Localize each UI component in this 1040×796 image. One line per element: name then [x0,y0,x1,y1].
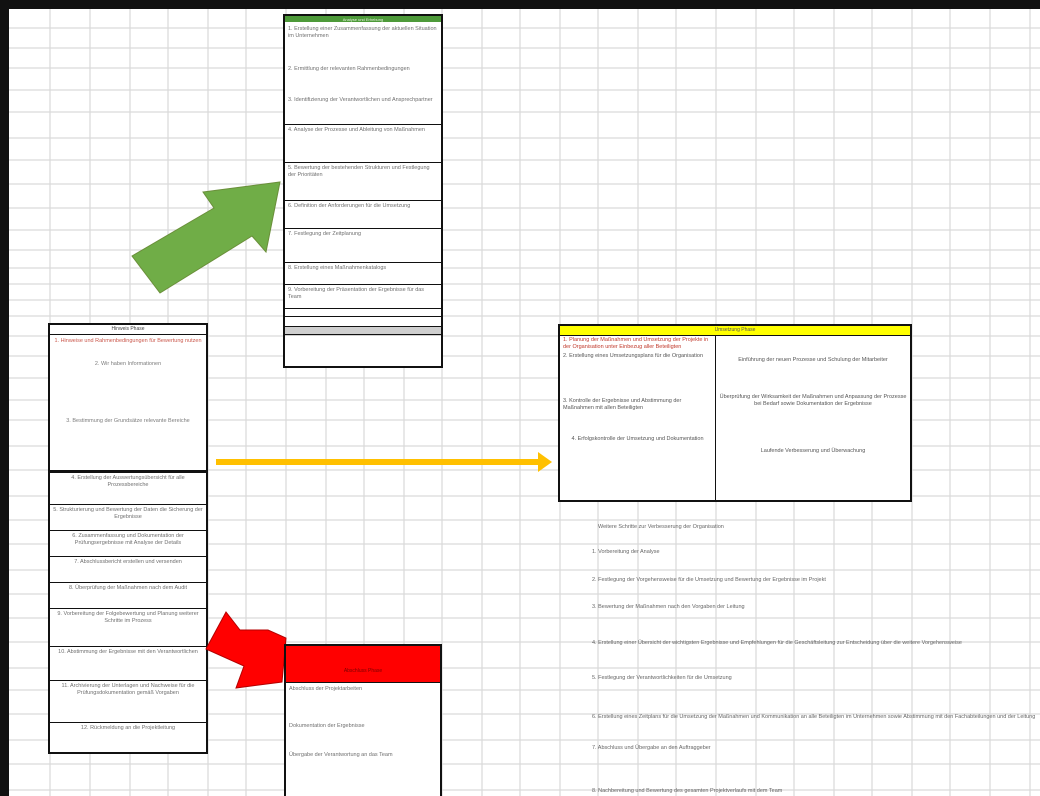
follow-list-item: 1. Vorbereitung der Analyse [592,549,660,555]
window-frame-top [0,0,1040,9]
follow-list-item: 8. Nachbereitung und Bewertung des gesam… [592,788,783,794]
closing-header: Abschluss Phase [286,646,440,683]
follow-list-item: 7. Abschluss und Übergabe an den Auftrag… [592,745,711,751]
window-frame-left [0,0,9,796]
spreadsheet-canvas[interactable]: Analyse und Erhebung 1. Erstellung einer… [0,0,1040,796]
red-arrow-shape [205,611,287,689]
closing-box[interactable]: Abschluss Phase Abschluss der Projektarb… [284,644,442,796]
closing-item: Abschluss der Projektarbeiten [289,686,363,692]
closing-item: Übergabe der Verantwortung an das Team [289,752,393,758]
follow-list-item: 4. Erstellung einer Übersicht der wichti… [592,640,962,646]
follow-list-item: 5. Festlegung der Verantwortlichkeiten f… [592,675,732,681]
red-arrow-icon [205,611,287,689]
follow-list-item: 6. Erstellung eines Zeitplans für die Um… [592,714,1036,720]
follow-list-item: Weitere Schritte zur Verbesserung der Or… [598,524,724,530]
follow-list-item: 3. Bewertung der Maßnahmen nach den Vorg… [592,604,745,610]
closing-item: Dokumentation der Ergebnisse [289,723,365,729]
closing-cell[interactable]: Abschluss der Projektarbeiten Dokumentat… [286,682,440,796]
follow-list-item: 2. Festlegung der Vorgehensweise für die… [592,577,826,583]
